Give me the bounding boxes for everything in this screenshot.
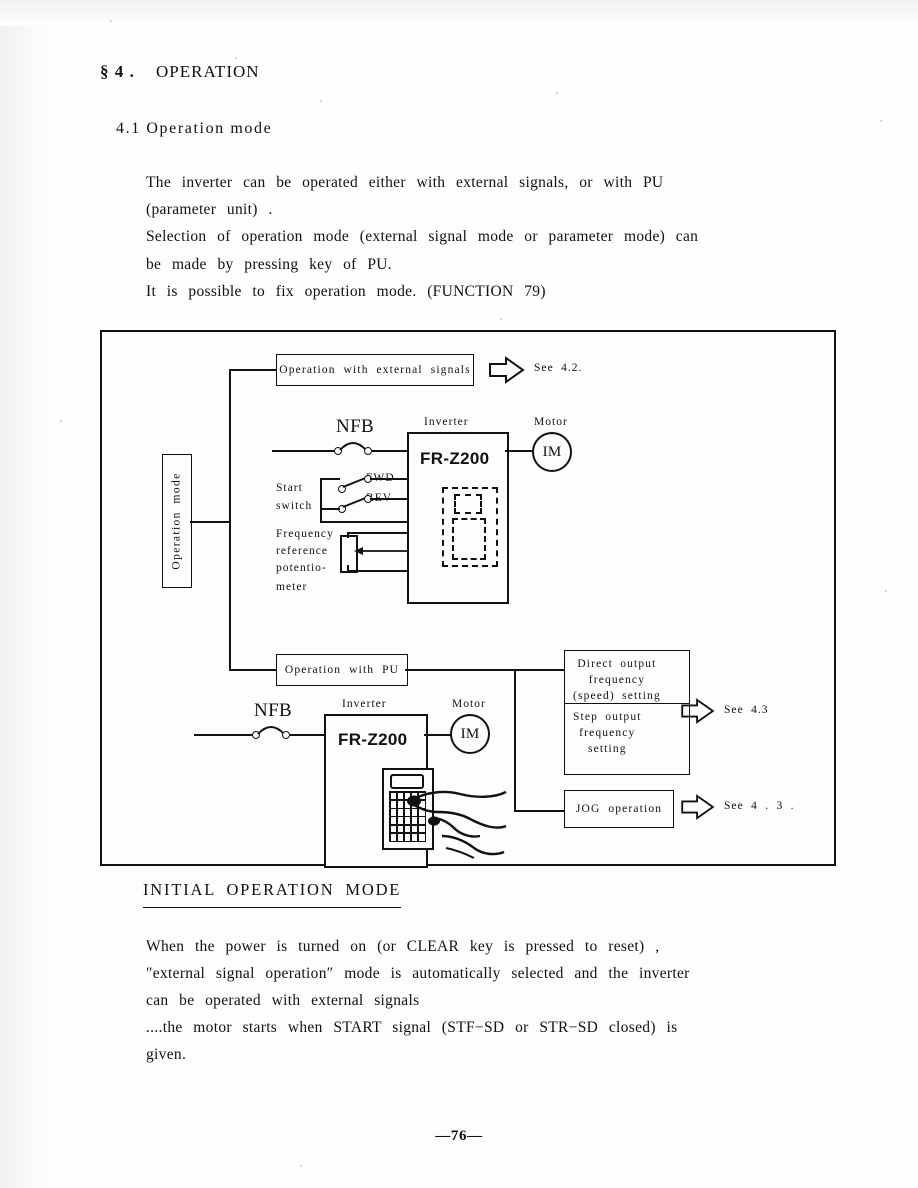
motor-line-upper — [505, 450, 535, 453]
start-switch-common-mid — [320, 508, 340, 510]
motor-caption-lower: Motor — [452, 698, 486, 710]
potentiometer-top-line — [347, 532, 409, 534]
box-step-output-frequency[interactable]: Step output frequency setting — [564, 703, 690, 775]
nfb-contact-right-lower — [282, 731, 290, 739]
section-title: OPERATION — [155, 62, 260, 81]
direct-output-line1: Direct output — [577, 658, 657, 670]
step-output-line1: Step output — [573, 711, 642, 723]
callout-arrow-icon — [489, 356, 525, 384]
start-switch-label-line2: switch — [276, 500, 313, 512]
potentiometer-wiper-arrow-icon — [354, 547, 408, 555]
pu-outputs-vertical — [514, 669, 516, 811]
start-switch-common-top — [320, 478, 340, 480]
nfb-label-upper: NFB — [336, 416, 375, 437]
operation-mode-selector: Operation mode — [162, 454, 192, 588]
fwd-line-to-inverter — [370, 478, 408, 480]
nfb-contact-right-upper — [364, 447, 372, 455]
potentiometer-top-stub — [347, 532, 349, 538]
start-switch-label-line1: Start — [276, 482, 303, 494]
see-reference-4-2: See 4.2. — [534, 362, 583, 374]
page-number: —76— — [435, 1128, 483, 1144]
pu-display-dashed — [454, 494, 482, 514]
jog-operation-label: JOG operation — [575, 803, 663, 815]
inverter-model-upper: FR-Z200 — [420, 449, 490, 468]
scan-edge-shadow — [0, 0, 46, 1188]
frequency-label-line1: Frequency — [276, 528, 334, 540]
frequency-label-line3: potentio- — [276, 562, 327, 574]
mains-line-lower-right — [290, 734, 326, 737]
pointing-hand-icon — [407, 790, 507, 859]
intro-line-3: Selection of operation mode (external si… — [146, 228, 699, 245]
potentiometer-bottom-stub — [347, 565, 349, 571]
box-operation-with-pu[interactable]: Operation with PU — [276, 654, 408, 686]
callout-arrow-icon-3 — [681, 794, 715, 820]
trunk-vertical — [229, 369, 231, 671]
intro-line-2: (parameter unit) . — [146, 201, 273, 218]
subsection-heading: 4.1 Operation mode — [116, 120, 273, 137]
callout-arrow-icon-2 — [681, 698, 715, 724]
intro-line-4: be made by pressing key of PU. — [146, 256, 392, 273]
operation-mode-selector-label: Operation mode — [171, 472, 183, 570]
scanned-page: § 4 . OPERATION 4.1 Operation mode The i… — [0, 0, 918, 1188]
motor-symbol-lower: IM — [450, 714, 490, 754]
motor-symbol-upper: IM — [532, 432, 572, 472]
start-switch-common-bottom — [320, 521, 408, 523]
branch-pu-connector — [229, 669, 277, 671]
inverter-caption-upper: Inverter — [424, 416, 469, 428]
intro-line-5: It is possible to fix operation mode. (F… — [146, 283, 546, 300]
initial-operation-mode-heading: INITIAL OPERATION MODE — [143, 880, 402, 908]
pu-to-outputs-line — [405, 669, 565, 671]
pu-keypad-dashed — [452, 518, 486, 560]
start-switch-common-vertical — [320, 478, 322, 522]
mains-line-upper-right — [372, 450, 408, 453]
inverter-caption-lower: Inverter — [342, 698, 387, 710]
rev-line-to-inverter — [370, 498, 408, 500]
initial-line-5: given. — [146, 1046, 187, 1063]
operation-mode-diagram: Operation mode Operation with external s… — [100, 330, 836, 868]
pu-to-jog-line — [514, 810, 564, 812]
frequency-label-line2: reference — [276, 545, 329, 557]
intro-line-1: The inverter can be operated either with… — [146, 174, 664, 191]
box-operation-with-external-signals[interactable]: Operation with external signals — [276, 354, 474, 386]
mains-line-upper-left — [272, 450, 334, 453]
box-operation-with-pu-label: Operation with PU — [284, 664, 400, 676]
step-output-line3: setting — [587, 742, 627, 755]
initial-line-4: ....the motor starts when START signal (… — [146, 1019, 678, 1036]
inverter-model-lower: FR-Z200 — [338, 730, 408, 749]
section-number: § 4 . — [100, 62, 135, 81]
branch-external-connector — [229, 369, 277, 371]
direct-output-line2: frequency — [588, 673, 646, 686]
mains-line-lower-left — [194, 734, 252, 737]
scan-edge-shadow-top — [0, 0, 918, 26]
trunk-stub — [190, 521, 230, 523]
initial-line-3: can be operated with external signals — [146, 992, 420, 1009]
potentiometer-bottom-line — [347, 570, 409, 572]
section-heading: § 4 . OPERATION — [100, 62, 260, 82]
motor-caption-upper: Motor — [534, 416, 568, 428]
step-output-line2: frequency — [579, 726, 636, 739]
initial-line-2: ″external signal operation″ mode is auto… — [146, 965, 690, 982]
box-operation-with-external-signals-label: Operation with external signals — [279, 364, 471, 376]
frequency-label-line4: meter — [276, 581, 308, 593]
see-reference-4-3-a: See 4.3 — [724, 704, 769, 716]
initial-line-1: When the power is turned on (or CLEAR ke… — [146, 938, 660, 955]
nfb-label-lower: NFB — [254, 700, 293, 721]
see-reference-4-3-b: See 4 . 3 . — [724, 800, 795, 812]
box-jog-operation[interactable]: JOG operation — [564, 790, 674, 828]
